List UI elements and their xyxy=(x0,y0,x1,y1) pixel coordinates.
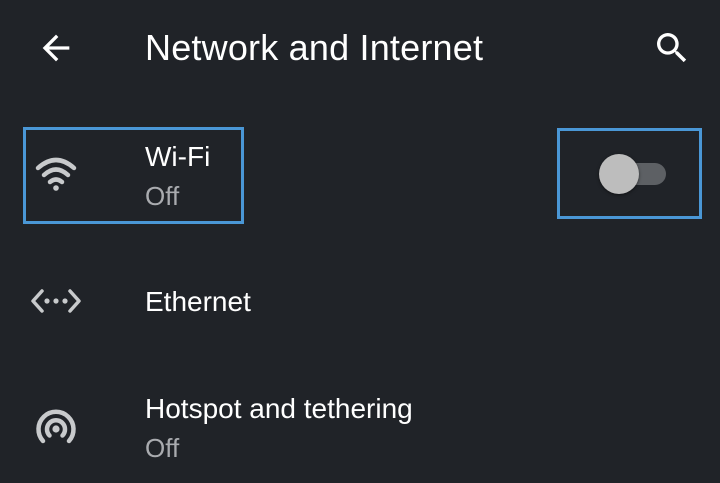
app-bar: Network and Internet xyxy=(0,0,720,96)
ethernet-icon-wrapper xyxy=(30,275,82,327)
network-and-internet-screen: Network and Internet Wi-Fi Off Ethernet … xyxy=(0,0,720,483)
ethernet-title: Ethernet xyxy=(145,286,251,317)
hotspot-status: Off xyxy=(145,433,180,463)
search-icon xyxy=(657,33,687,63)
list-item-hotspot[interactable]: Hotspot and tethering Off xyxy=(0,382,720,482)
arrow-back-icon xyxy=(42,34,70,62)
hotspot-icon-wrapper xyxy=(30,402,82,454)
page-title: Network and Internet xyxy=(145,27,484,68)
wifi-toggle-highlight xyxy=(557,128,702,219)
hotspot-title: Hotspot and tethering xyxy=(145,393,413,424)
back-button[interactable] xyxy=(30,22,82,74)
ethernet-icon xyxy=(31,289,81,313)
wifi-item-highlight xyxy=(23,127,244,224)
hotspot-icon xyxy=(36,409,76,444)
list-item-ethernet[interactable]: Ethernet xyxy=(0,255,720,351)
search-button[interactable] xyxy=(646,22,698,74)
